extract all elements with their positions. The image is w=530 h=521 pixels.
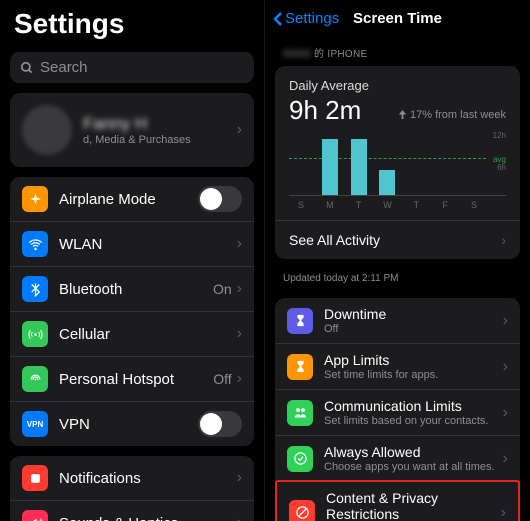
item-label: Communication Limits <box>324 398 503 414</box>
app-icon <box>289 500 315 521</box>
item-sub: Off <box>324 323 503 335</box>
item-label: Personal Hotspot <box>59 371 213 388</box>
device-label: 的 IPHONE <box>314 49 368 60</box>
chevron-right-icon: › <box>501 232 506 248</box>
item-value: Off <box>213 371 231 387</box>
nav-bar: Settings Screen Time <box>265 0 530 37</box>
usage-chart: 12h 6h avg <box>289 134 506 196</box>
chevron-left-icon <box>273 11 283 27</box>
item-label: App Limits <box>324 352 503 368</box>
item-label: VPN <box>59 416 198 433</box>
item-label: Airplane Mode <box>59 191 198 208</box>
usage-card: Daily Average 9h 2m 17% from last week 1… <box>275 66 520 259</box>
day-label: T <box>351 200 367 210</box>
chevron-right-icon: › <box>501 504 506 521</box>
avatar <box>22 105 72 155</box>
chevron-right-icon: › <box>237 370 242 388</box>
profile-row[interactable]: Fanny H d, Media & Purchases › <box>10 93 254 167</box>
chart-bar <box>351 139 367 195</box>
app-icon <box>22 465 48 491</box>
row-app-limits[interactable]: App LimitsSet time limits for apps.› <box>275 344 520 390</box>
row-content-privacy-restrictions[interactable]: Content & Privacy RestrictionsBlock inap… <box>277 482 518 521</box>
row-wlan[interactable]: WLAN › <box>10 222 254 267</box>
app-icon <box>22 186 48 212</box>
chevron-right-icon: › <box>503 358 508 376</box>
row-notifications[interactable]: Notifications› <box>10 456 254 501</box>
updated-label: Updated today at 2:11 PM <box>265 269 530 292</box>
item-label: Notifications <box>59 470 237 487</box>
day-label: F <box>437 200 453 210</box>
item-label: Always Allowed <box>324 444 503 460</box>
daily-avg-value: 9h 2m <box>289 95 361 126</box>
app-icon <box>287 446 313 472</box>
chevron-right-icon: › <box>503 404 508 422</box>
chevron-right-icon: › <box>237 121 242 139</box>
chart-bar <box>379 170 395 195</box>
item-value: On <box>213 281 232 297</box>
daily-avg-label: Daily Average <box>289 78 506 93</box>
item-label: Sounds & Haptics <box>59 515 237 521</box>
item-sub: Choose apps you want at all times. <box>324 461 503 473</box>
row-cellular[interactable]: Cellular› <box>10 312 254 357</box>
item-label: Cellular <box>59 326 237 343</box>
day-label: W <box>379 200 395 210</box>
search-icon <box>20 61 34 75</box>
back-button[interactable]: Settings <box>273 10 339 27</box>
profile-sub: d, Media & Purchases <box>83 134 237 146</box>
item-sub: Set limits based on your contacts. <box>324 415 503 427</box>
row-vpn[interactable]: VPN VPN <box>10 402 254 446</box>
delta-label: 17% from last week <box>398 109 506 121</box>
item-label: Downtime <box>324 306 503 322</box>
app-icon <box>22 231 48 257</box>
app-icon <box>287 400 313 426</box>
row-bluetooth[interactable]: BluetoothOn › <box>10 267 254 312</box>
item-label: Bluetooth <box>59 281 213 298</box>
day-label: S <box>466 200 482 210</box>
app-icon <box>287 354 313 380</box>
item-label: WLAN <box>59 236 232 253</box>
item-label: Content & Privacy Restrictions <box>326 490 501 521</box>
search-placeholder: Search <box>40 59 88 76</box>
app-icon <box>22 321 48 347</box>
app-icon <box>22 366 48 392</box>
app-icon <box>22 276 48 302</box>
chart-bar <box>322 139 338 195</box>
search-input[interactable]: Search <box>10 52 254 83</box>
row-personal-hotspot[interactable]: Personal HotspotOff › <box>10 357 254 402</box>
chevron-right-icon: › <box>237 469 242 487</box>
app-icon <box>22 510 48 521</box>
app-icon <box>287 308 313 334</box>
app-icon: VPN <box>22 411 48 437</box>
day-label: M <box>322 200 338 210</box>
chevron-right-icon: › <box>237 280 242 298</box>
chevron-right-icon: › <box>503 450 508 468</box>
row-sounds-haptics[interactable]: Sounds & Haptics› <box>10 501 254 521</box>
chevron-right-icon: › <box>237 235 242 253</box>
chevron-right-icon: › <box>237 325 242 343</box>
page-title: Settings <box>14 8 250 40</box>
chevron-right-icon: › <box>237 514 242 521</box>
see-all-activity[interactable]: See All Activity› <box>275 220 520 259</box>
row-always-allowed[interactable]: Always AllowedChoose apps you want at al… <box>275 436 520 482</box>
screen-title: Screen Time <box>353 10 442 27</box>
day-label: S <box>293 200 309 210</box>
day-label: T <box>408 200 424 210</box>
row-downtime[interactable]: DowntimeOff› <box>275 298 520 344</box>
profile-name: Fanny H <box>83 114 237 134</box>
chevron-right-icon: › <box>503 312 508 330</box>
item-sub: Set time limits for apps. <box>324 369 503 381</box>
toggle[interactable] <box>198 186 242 212</box>
row-airplane-mode[interactable]: Airplane Mode <box>10 177 254 222</box>
arrow-up-icon <box>398 110 407 119</box>
row-communication-limits[interactable]: Communication LimitsSet limits based on … <box>275 390 520 436</box>
toggle[interactable] <box>198 411 242 437</box>
